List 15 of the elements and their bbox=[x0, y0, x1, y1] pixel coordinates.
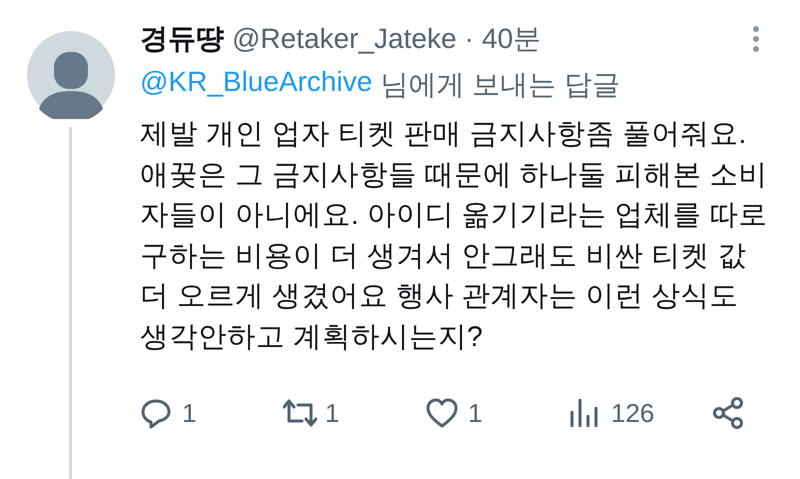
timestamp[interactable]: 40분 bbox=[482, 20, 542, 58]
count: 1 bbox=[468, 398, 482, 428]
more-icon[interactable] bbox=[752, 25, 760, 53]
heart-icon[interactable] bbox=[426, 397, 460, 429]
count: 126 bbox=[611, 398, 654, 428]
count: 1 bbox=[182, 398, 196, 428]
count: 1 bbox=[325, 398, 340, 428]
retweet-icon[interactable] bbox=[283, 397, 317, 429]
user-name[interactable]: 경듀땽 bbox=[140, 20, 224, 58]
separator: · bbox=[464, 23, 474, 55]
avatar[interactable] bbox=[27, 31, 115, 119]
reply-label: 님에게 보내는 답글 bbox=[380, 68, 620, 102]
tweet-text: 제발 개인 업자 티켓 판매 금지사항좀 풀어줘요. 애꿎은 그 금지사항들 때문에 하나둘 피해본 소비자들이 아니에요. 아이디 옮기기라는 업체를 따로 구하는 비용이 더 생겨서 안그래도 비싼 티켓 값 더 오르게 생겼어요 행사 관계자는 이런 상식도 생각안하고 계획하시는지? bbox=[140, 117, 769, 354]
share-icon[interactable] bbox=[712, 397, 746, 429]
user-handle[interactable]: @Retaker_Jateke bbox=[232, 23, 457, 55]
